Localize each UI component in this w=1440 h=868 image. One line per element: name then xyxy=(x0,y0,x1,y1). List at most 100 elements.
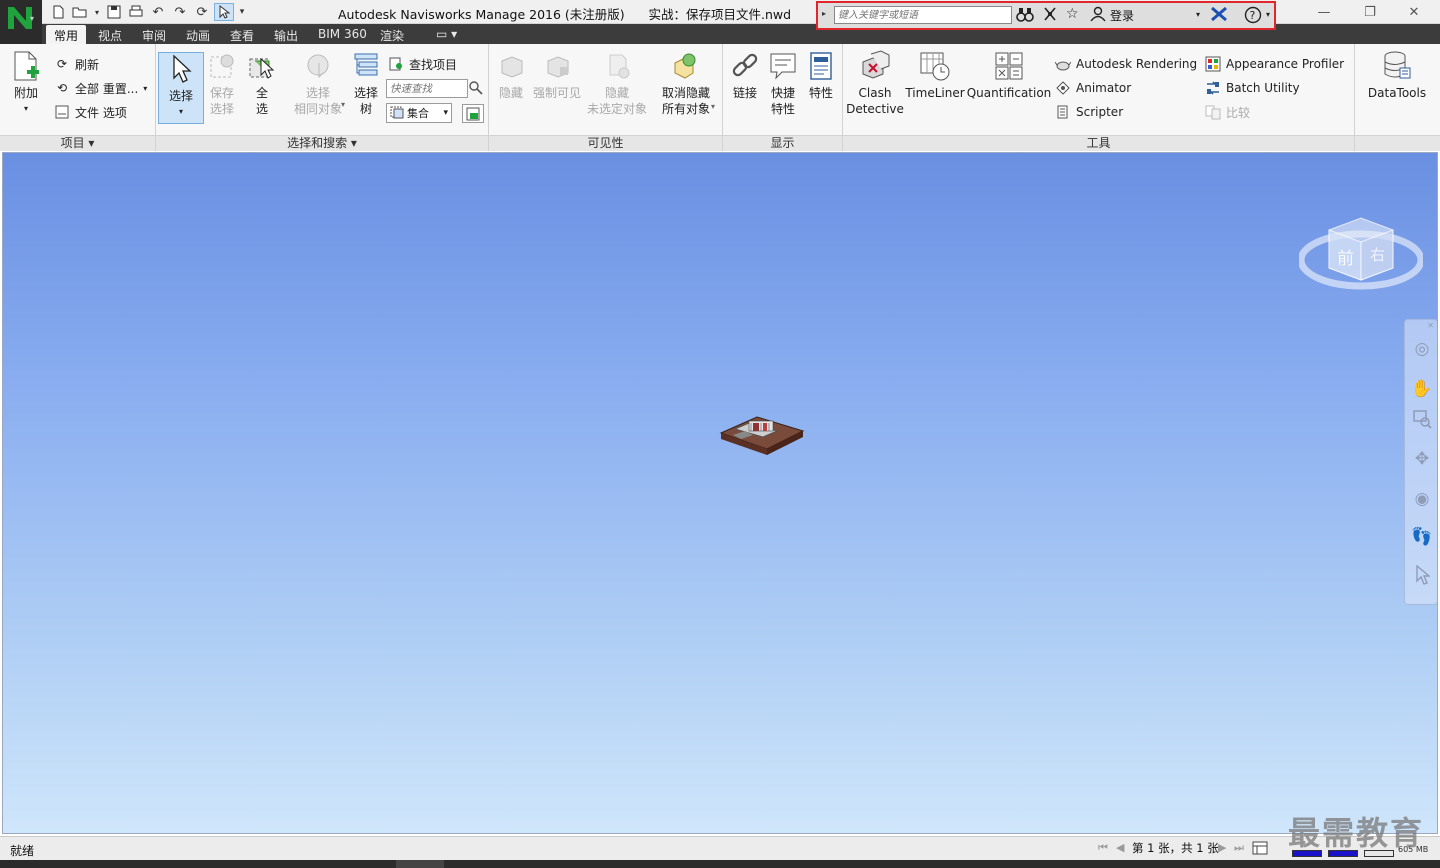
favorites-star-icon[interactable]: ☆ xyxy=(1066,6,1079,22)
compare-button[interactable]: 比较 xyxy=(1205,102,1250,122)
scripter-button[interactable]: Scripter xyxy=(1055,102,1123,122)
viewcube-right-face[interactable]: 右 xyxy=(1370,246,1385,264)
viewcube[interactable]: 前 右 xyxy=(1299,198,1423,298)
app-menu-chevron-icon: ▾ xyxy=(30,14,35,23)
properties-button[interactable]: 特性 xyxy=(805,50,837,101)
exchange-apps-icon[interactable] xyxy=(1210,6,1228,26)
search-input[interactable] xyxy=(834,6,1012,24)
tab-output[interactable]: 输出 xyxy=(266,25,306,44)
select-all-button[interactable]: 全 选 xyxy=(244,50,280,117)
save-selection-button[interactable]: 保存 选择 xyxy=(206,50,238,117)
tab-animation[interactable]: 动画 xyxy=(178,25,218,44)
customize-qat-icon[interactable]: ▾ xyxy=(236,3,248,21)
file-options-button[interactable]: 文件 选项 xyxy=(54,102,127,122)
appearance-profiler-button[interactable]: Appearance Profiler xyxy=(1205,54,1344,74)
select-button[interactable]: 选择 ▾ xyxy=(158,52,204,124)
quick-properties-button[interactable]: 快捷 特性 xyxy=(765,50,801,117)
tab-viewpoint[interactable]: 视点 xyxy=(90,25,130,44)
datatools-button[interactable]: DataTools xyxy=(1361,50,1433,101)
tab-view[interactable]: 查看 xyxy=(222,25,262,44)
panel-select-search-title[interactable]: 选择和搜索 ▾ xyxy=(156,135,488,151)
links-button[interactable]: 链接 xyxy=(729,50,761,101)
require-button[interactable]: 强制可见 xyxy=(531,50,583,101)
manage-sets-icon[interactable] xyxy=(462,104,484,123)
close-button[interactable]: ✕ xyxy=(1392,2,1436,22)
quick-find-search-icon[interactable] xyxy=(468,80,484,99)
quantification-label: Quantification xyxy=(966,86,1052,100)
subscription-center-icon[interactable] xyxy=(1042,6,1058,26)
unhide-all-chevron-icon[interactable]: ▾ xyxy=(711,102,715,111)
quantification-button[interactable]: Quantification xyxy=(967,50,1051,101)
select-same-icon xyxy=(302,50,334,82)
print-icon[interactable] xyxy=(126,3,146,21)
next-sheet-icon[interactable]: ▶ xyxy=(1218,841,1226,854)
properties-label: 特性 xyxy=(808,86,833,100)
timeliner-button[interactable]: TimeLiner xyxy=(905,50,965,101)
reset-all-button[interactable]: ⟲ 全部 重置... ▾ xyxy=(54,78,147,98)
hide-unselected-label-1: 隐藏 xyxy=(604,86,629,100)
find-items-button[interactable]: 查找项目 xyxy=(388,54,457,74)
hide-unselected-button[interactable]: 隐藏 未选定对象 xyxy=(585,50,649,117)
look-around-icon[interactable]: ◉ xyxy=(1411,488,1433,510)
prev-sheet-icon[interactable]: ◀ xyxy=(1116,841,1124,854)
steering-wheel-icon[interactable]: ◎ xyxy=(1411,338,1433,360)
tab-bim360[interactable]: BIM 360 xyxy=(310,25,375,44)
selection-tree-button[interactable]: 选择 树 xyxy=(350,50,382,117)
chevron-down-icon[interactable]: ▾ xyxy=(92,3,102,21)
animator-button[interactable]: Animator xyxy=(1055,78,1131,98)
tab-review[interactable]: 审阅 xyxy=(134,25,174,44)
sets-dropdown[interactable]: 集合 ▾ xyxy=(386,103,452,123)
sheet-browser-icon[interactable] xyxy=(1252,841,1268,858)
application-menu-button[interactable]: ▾ xyxy=(0,0,42,44)
find-items-icon xyxy=(388,56,404,72)
new-file-icon[interactable] xyxy=(48,3,68,21)
save-selection-label-1: 保存 xyxy=(209,86,234,100)
select-same-chevron-icon[interactable]: ▾ xyxy=(341,100,345,109)
last-sheet-icon[interactable]: ⏭ xyxy=(1234,841,1244,855)
select-chevron-icon: ▾ xyxy=(178,107,183,116)
ribbon-options-icon[interactable]: ▭ ▾ xyxy=(428,25,465,44)
help-chevron-icon[interactable]: ▾ xyxy=(1266,10,1270,19)
tab-home[interactable]: 常用 xyxy=(46,25,87,44)
restore-button[interactable]: ❐ xyxy=(1348,2,1392,22)
panel-project-title[interactable]: 项目 ▾ xyxy=(0,135,155,151)
tab-render[interactable]: 渲染 xyxy=(372,25,412,44)
login-chevron-icon[interactable]: ▾ xyxy=(1196,10,1200,19)
quick-properties-icon xyxy=(767,50,799,82)
save-icon[interactable] xyxy=(104,3,124,21)
building-model[interactable] xyxy=(719,411,809,461)
refresh-icon[interactable]: ⟳ xyxy=(192,3,212,21)
walk-footprints-icon[interactable]: 👣 xyxy=(1411,526,1433,548)
redo-icon[interactable]: ↷ xyxy=(170,3,190,21)
orbit-icon[interactable]: ✥ xyxy=(1411,448,1433,470)
minimize-button[interactable]: — xyxy=(1302,2,1346,22)
help-icon[interactable]: ? xyxy=(1244,6,1262,28)
select-same-button[interactable]: 选择 相同对象 xyxy=(288,50,348,117)
zoom-window-icon[interactable] xyxy=(1411,408,1433,430)
select-pointer-icon[interactable] xyxy=(1411,564,1433,586)
user-icon[interactable] xyxy=(1090,6,1106,26)
clash-detective-button[interactable]: Clash Detective xyxy=(846,50,904,117)
batch-utility-button[interactable]: Batch Utility xyxy=(1205,78,1300,98)
scripter-icon xyxy=(1055,104,1071,120)
viewcube-front-face[interactable]: 前 xyxy=(1337,249,1354,269)
quick-find-input[interactable] xyxy=(386,79,468,98)
login-label[interactable]: 登录 xyxy=(1110,7,1134,24)
first-sheet-icon[interactable]: ⏮ xyxy=(1098,841,1108,855)
navbar-close-icon[interactable]: ✕ xyxy=(1427,321,1434,330)
unhide-all-button[interactable]: 取消隐藏 所有对象 xyxy=(657,50,715,117)
hide-button[interactable]: 隐藏 xyxy=(493,50,529,101)
expand-arrow-icon[interactable]: ▸ xyxy=(822,9,826,18)
open-folder-icon[interactable] xyxy=(70,3,90,21)
require-label: 强制可见 xyxy=(532,86,581,100)
append-button[interactable]: 附加 ▾ xyxy=(6,50,46,117)
select-cursor-icon[interactable] xyxy=(214,3,234,21)
undo-icon[interactable]: ↶ xyxy=(148,3,168,21)
taskbar-segment xyxy=(396,860,444,868)
binoculars-icon[interactable] xyxy=(1016,6,1034,26)
refresh-button[interactable]: ⟳ 刷新 xyxy=(54,54,99,74)
scripter-label: Scripter xyxy=(1076,105,1124,119)
autodesk-rendering-button[interactable]: Autodesk Rendering xyxy=(1055,54,1197,74)
pan-hand-icon[interactable]: ✋ xyxy=(1411,378,1433,400)
scene-viewport[interactable]: 前 右 ✕ ◎ ✋ ✥ ◉ 👣 xyxy=(2,152,1438,834)
